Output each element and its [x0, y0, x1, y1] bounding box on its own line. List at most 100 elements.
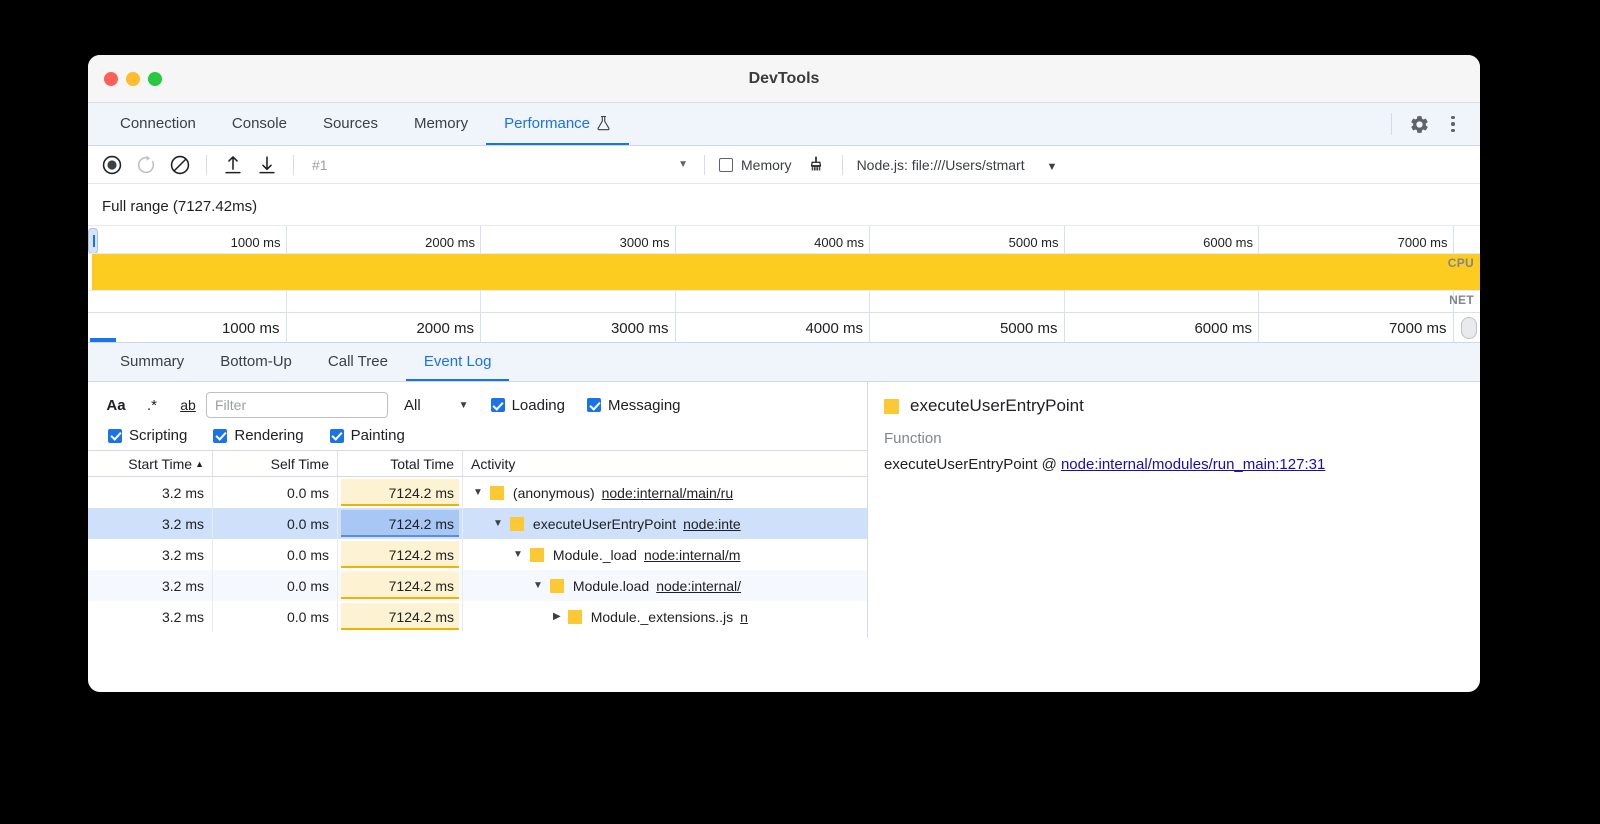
record-icon[interactable]: [96, 150, 128, 180]
checkbox-scripting-box[interactable]: [108, 429, 122, 443]
tab-performance[interactable]: Performance: [486, 103, 629, 145]
gear-icon[interactable]: [1404, 109, 1434, 139]
table-row[interactable]: 3.2 ms0.0 ms7124.2 ms▼Module._loadnode:i…: [88, 539, 867, 570]
subtab-bottom-up[interactable]: Bottom-Up: [202, 343, 310, 381]
toolbar-divider-2: [293, 155, 294, 175]
column-header-start-time[interactable]: Start Time ▲: [88, 451, 213, 476]
cell-total-time-value: 7124.2 ms: [389, 516, 454, 532]
timeline-overview: Full range (7127.42ms) 1000 ms2000 ms300…: [88, 184, 1480, 342]
kebab-menu-icon[interactable]: [1438, 109, 1468, 139]
timeline-ruler-bottom: 7000 ms6000 ms5000 ms4000 ms3000 ms2000 …: [88, 312, 1480, 342]
subtab-bottom-up-label: Bottom-Up: [220, 353, 292, 370]
checkbox-messaging-box[interactable]: [587, 398, 601, 412]
filter-row-secondary: Scripting Rendering Painting: [98, 427, 867, 444]
chevron-down-icon: ▼: [678, 159, 688, 170]
subtab-event-log-label: Event Log: [424, 353, 492, 370]
window-title: DevTools: [88, 70, 1480, 88]
subtab-event-log[interactable]: Event Log: [406, 343, 510, 381]
ruler-tick-bottom-label: 7000 ms: [1389, 320, 1447, 337]
memory-checkbox[interactable]: [719, 158, 733, 172]
cell-activity: ▶Module._extensions..jsn: [463, 601, 867, 632]
checkbox-loading[interactable]: Loading: [491, 397, 565, 414]
checkbox-painting-box[interactable]: [330, 429, 344, 443]
cell-self-time: 0.0 ms: [213, 508, 338, 539]
checkbox-scripting[interactable]: Scripting: [108, 427, 187, 444]
table-row[interactable]: 3.2 ms0.0 ms7124.2 ms▶Module._extensions…: [88, 601, 867, 632]
tab-performance-label: Performance: [504, 115, 590, 132]
column-header-self-time[interactable]: Self Time: [213, 451, 338, 476]
cpu-usage-bar: [92, 254, 1480, 290]
checkbox-painting-label: Painting: [351, 427, 405, 444]
event-log-pane: Aa .* ab All ▼ Loading Messaging: [88, 382, 868, 638]
match-case-icon[interactable]: Aa: [98, 393, 134, 417]
load-profile-icon[interactable]: [217, 150, 249, 180]
collect-garbage-icon[interactable]: [800, 150, 832, 180]
flask-icon: [596, 115, 611, 131]
column-header-total-time[interactable]: Total Time: [338, 451, 463, 476]
column-header-total-time-label: Total Time: [390, 456, 454, 472]
net-lane[interactable]: NET: [88, 290, 1480, 312]
table-header-row: Start Time ▲ Self Time Total Time Activi…: [88, 450, 867, 477]
toolbar-divider-3: [704, 155, 705, 175]
ruler-tick-top-label: 7000 ms: [1398, 235, 1448, 250]
duration-filter-select[interactable]: All ▼: [404, 397, 469, 414]
activity-source-link[interactable]: node:internal/m: [644, 547, 741, 563]
range-handle-right[interactable]: [1461, 317, 1477, 339]
activity-source-link[interactable]: node:internal/: [656, 578, 741, 594]
activity-source-link[interactable]: n: [740, 609, 748, 625]
target-selector[interactable]: Node.js: file:///Users/stmart ▼: [853, 157, 1058, 173]
range-selection-indicator: [90, 338, 116, 342]
subtab-call-tree[interactable]: Call Tree: [310, 343, 406, 381]
checkbox-rendering[interactable]: Rendering: [213, 427, 303, 444]
tab-connection[interactable]: Connection: [102, 103, 214, 145]
memory-checkbox-group[interactable]: Memory: [719, 157, 792, 173]
tab-sources[interactable]: Sources: [305, 103, 396, 145]
cell-total-time-value: 7124.2 ms: [389, 578, 454, 594]
column-header-activity[interactable]: Activity: [463, 451, 867, 476]
cell-total-time-value: 7124.2 ms: [389, 609, 454, 625]
details-title-row: executeUserEntryPoint: [884, 396, 1464, 416]
collapse-triangle-icon[interactable]: ▼: [473, 487, 483, 498]
column-header-activity-label: Activity: [471, 456, 515, 472]
filter-input[interactable]: [206, 392, 388, 418]
details-section-label: Function: [884, 430, 1464, 447]
maximize-window-button[interactable]: [148, 72, 162, 86]
clear-icon[interactable]: [164, 150, 196, 180]
timeline-ruler-top: 1000 ms2000 ms3000 ms4000 ms5000 ms6000 …: [88, 226, 1480, 254]
checkbox-rendering-box[interactable]: [213, 429, 227, 443]
activity-source-link[interactable]: node:inte: [683, 516, 741, 532]
details-stack-link[interactable]: node:internal/modules/run_main:127:31: [1061, 456, 1325, 473]
checkbox-loading-box[interactable]: [491, 398, 505, 412]
subtab-call-tree-label: Call Tree: [328, 353, 388, 370]
minimize-window-button[interactable]: [126, 72, 140, 86]
cpu-lane[interactable]: CPU: [88, 254, 1480, 290]
cell-activity: ▼Module.loadnode:internal/: [463, 570, 867, 601]
table-row[interactable]: 3.2 ms0.0 ms7124.2 ms▼(anonymous)node:in…: [88, 477, 867, 508]
detail-view-tabs: Summary Bottom-Up Call Tree Event Log: [88, 342, 1480, 382]
collapse-triangle-icon[interactable]: ▼: [513, 549, 523, 560]
profile-selector[interactable]: #1 ▼: [304, 157, 694, 173]
chevron-down-icon-target: ▼: [1047, 161, 1058, 173]
collapse-triangle-icon[interactable]: ▼: [533, 580, 543, 591]
expand-triangle-icon[interactable]: ▶: [553, 611, 561, 622]
table-row[interactable]: 3.2 ms0.0 ms7124.2 ms▼executeUserEntryPo…: [88, 508, 867, 539]
cell-start-time: 3.2 ms: [88, 601, 213, 632]
save-profile-icon[interactable]: [251, 150, 283, 180]
cpu-lane-label: CPU: [1448, 256, 1474, 270]
reload-record-icon[interactable]: [130, 150, 162, 180]
table-row[interactable]: 3.2 ms0.0 ms7124.2 ms▼Module.loadnode:in…: [88, 570, 867, 601]
checkbox-painting[interactable]: Painting: [330, 427, 405, 444]
regex-icon[interactable]: .*: [134, 393, 170, 417]
ruler-tick-top: 7000 ms: [88, 226, 1454, 254]
range-handle-left[interactable]: [88, 228, 98, 254]
activity-source-link[interactable]: node:internal/main/ru: [602, 485, 734, 501]
checkbox-messaging[interactable]: Messaging: [587, 397, 681, 414]
devtools-tabs: Connection Console Sources Memory Perfor…: [88, 103, 629, 145]
close-window-button[interactable]: [104, 72, 118, 86]
collapse-triangle-icon[interactable]: ▼: [493, 518, 503, 529]
tab-memory[interactable]: Memory: [396, 103, 486, 145]
tab-console[interactable]: Console: [214, 103, 305, 145]
details-stack-row: executeUserEntryPoint @ node:internal/mo…: [884, 456, 1464, 473]
whole-word-icon[interactable]: ab: [170, 393, 206, 417]
subtab-summary[interactable]: Summary: [102, 343, 202, 381]
